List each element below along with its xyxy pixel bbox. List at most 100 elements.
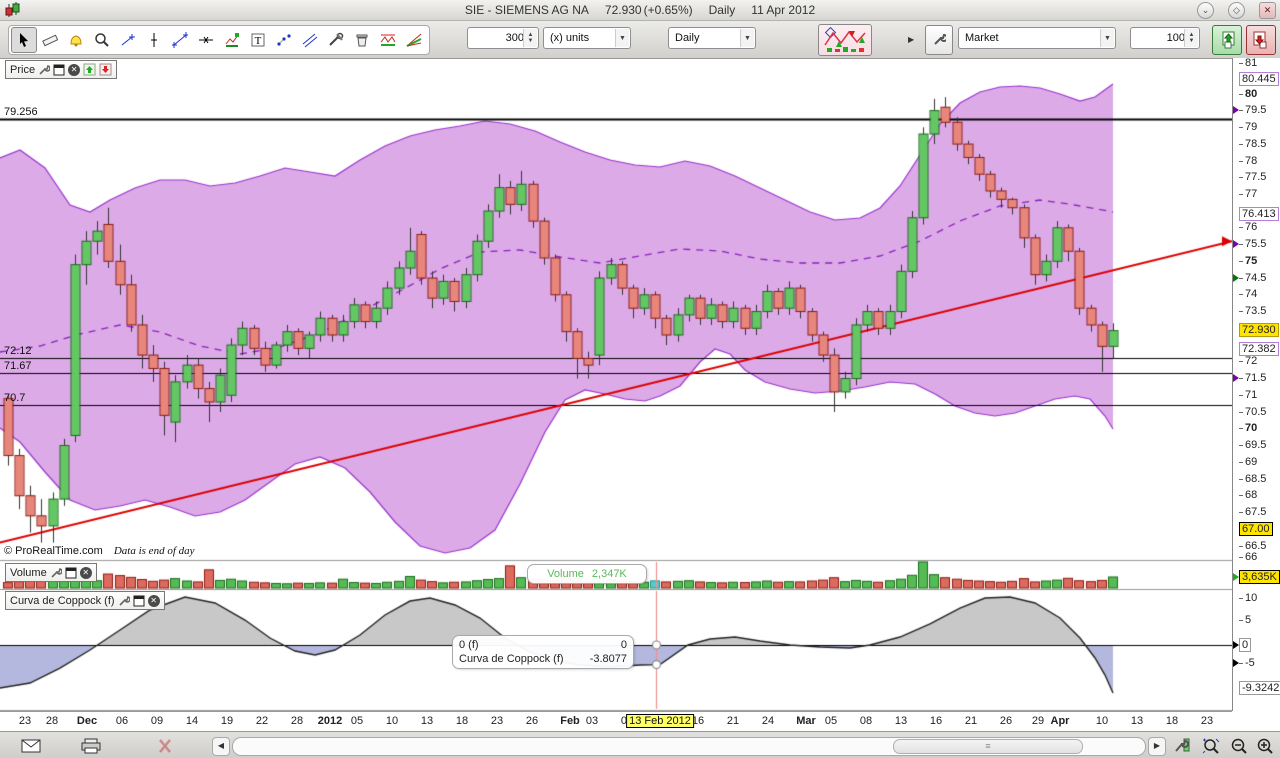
buy-order-button[interactable] [1212, 25, 1242, 55]
vertical-line-tool-icon[interactable] [141, 27, 167, 53]
axis-marker-icon [1233, 274, 1239, 282]
time-axis-label: 26 [1000, 715, 1012, 727]
price-axis-label: 81 [1239, 57, 1257, 69]
order-panel-expander[interactable]: ▶ [908, 25, 922, 53]
sell-order-button[interactable] [1246, 25, 1276, 55]
title-price: 72.930 [605, 3, 642, 17]
trend-line-tool-icon[interactable] [167, 27, 193, 53]
price-axis-label: 78 [1239, 155, 1257, 167]
wrench-icon[interactable] [118, 595, 130, 607]
order-settings-button[interactable] [925, 25, 953, 55]
coppock-axis-label: -5 [1239, 657, 1255, 669]
forecast-tool-icon[interactable] [219, 27, 245, 53]
alert-bell-icon[interactable] [63, 27, 89, 53]
scroll-left-button[interactable]: ◀ [212, 737, 230, 756]
restore-button[interactable]: ◇ [1228, 2, 1245, 19]
time-axis-label: Apr [1051, 715, 1070, 727]
price-axis-label: 67.00 [1239, 523, 1273, 535]
zoom-tool-icon[interactable] [89, 27, 115, 53]
coppock-panel-header: Curva de Coppock (f) ✕ [5, 591, 165, 610]
window-icon[interactable] [53, 64, 65, 76]
close-icon[interactable]: ✕ [148, 595, 160, 607]
chart-tools-icon[interactable] [1170, 736, 1196, 756]
price-axis-label: 68 [1239, 489, 1257, 501]
price-axis-label: 79.5 [1239, 104, 1266, 116]
time-axis[interactable]: 2328Dec0609141922282012051013182326Feb03… [0, 711, 1232, 732]
timeframe-dropdown[interactable]: Daily ▼ [668, 27, 756, 49]
object-settings-icon[interactable] [323, 27, 349, 53]
time-axis-label: Mar [796, 715, 816, 727]
window-icon[interactable] [133, 595, 145, 607]
coppock-axis-label: 5 [1239, 614, 1251, 626]
quantity-spinner[interactable]: 100 ▲▼ [1130, 27, 1200, 49]
time-axis-label: 08 [860, 715, 872, 727]
delete-tool-icon[interactable] [349, 27, 375, 53]
price-axis[interactable]: 8180.4458079.57978.57877.57776.4137675.5… [1232, 58, 1280, 711]
price-axis-label: 72.382 [1239, 343, 1279, 355]
horizontal-line-tool-icon[interactable] [193, 27, 219, 53]
window-icon[interactable] [65, 567, 77, 579]
svg-text:T: T [255, 35, 262, 47]
time-axis-label: Feb [560, 715, 580, 727]
chevron-down-icon[interactable]: ▼ [615, 29, 629, 47]
quantity-value: 100 [1167, 32, 1185, 44]
coppock-tooltip-line1-label: 0 (f) [459, 638, 479, 652]
units-mode-value: (x) units [550, 32, 589, 44]
price-level-label: 72.12 [4, 345, 32, 357]
time-axis-label: 05 [825, 715, 837, 727]
close-icon[interactable]: ✕ [80, 567, 92, 579]
watermark: © ProRealTime.com Data is end of day [4, 545, 195, 557]
volume-tooltip: Volume 2,347K [527, 564, 647, 584]
mini-chart-icon [823, 27, 867, 53]
price-axis-label: 75.5 [1239, 238, 1266, 250]
zoom-fit-icon[interactable] [1198, 736, 1224, 756]
price-axis-label: 70 [1239, 422, 1257, 434]
title-change: (+0.65%) [644, 3, 693, 17]
close-icon[interactable]: ✕ [68, 64, 80, 76]
time-axis-label: 21 [727, 715, 739, 727]
price-axis-label: 78.5 [1239, 138, 1266, 150]
chevron-down-icon[interactable]: ▼ [740, 29, 754, 47]
time-axis-label: 05 [351, 715, 363, 727]
zoom-in-icon[interactable] [1252, 736, 1278, 756]
scatter-points-tool-icon[interactable] [271, 27, 297, 53]
title-date: 11 Apr 2012 [751, 3, 815, 17]
order-destination-dropdown[interactable]: Market ▼ [958, 27, 1116, 49]
mail-icon[interactable] [18, 736, 44, 756]
zigzag-pattern-icon[interactable] [375, 27, 401, 53]
scroll-right-button[interactable]: ▶ [1148, 737, 1166, 756]
scrollbar-thumb[interactable]: ≡ [893, 739, 1083, 754]
time-axis-label: Dec [77, 715, 97, 727]
price-chart-canvas[interactable] [0, 58, 1232, 711]
spinner-arrows-icon[interactable]: ▲▼ [1184, 29, 1198, 47]
channel-pattern-icon[interactable] [401, 27, 427, 53]
wrench-icon[interactable] [50, 567, 62, 579]
spinner-arrows-icon[interactable]: ▲▼ [523, 29, 537, 47]
chevron-down-icon[interactable]: ▼ [1100, 29, 1114, 47]
time-scrollbar[interactable]: ≡ [232, 737, 1146, 756]
close-button[interactable]: ✕ [1259, 2, 1276, 19]
cursor-tool-icon[interactable] [11, 27, 37, 53]
text-tool-icon[interactable]: T [245, 27, 271, 53]
disconnect-icon [152, 736, 178, 756]
units-count-spinner[interactable]: 300 ▲▼ [467, 27, 539, 49]
chart-display-settings-button[interactable] [818, 24, 872, 56]
window-title: SIE - SIEMENS AG NA72.930(+0.65%)Daily11… [0, 3, 1280, 17]
price-axis-label: 72.930 [1239, 324, 1279, 336]
zoom-out-icon[interactable] [1226, 736, 1252, 756]
time-axis-label: 03 [586, 715, 598, 727]
price-panel-header: Price ✕ [5, 60, 117, 79]
minimize-button[interactable]: ⌄ [1197, 2, 1214, 19]
buy-page-up-icon [1218, 30, 1236, 50]
statusbar: ◀ ≡ ▶ [0, 731, 1280, 758]
parallel-lines-tool-icon[interactable] [297, 27, 323, 53]
ruler-tool-icon[interactable] [37, 27, 63, 53]
print-icon[interactable] [78, 736, 104, 756]
import-down-icon[interactable] [99, 63, 112, 76]
export-up-icon[interactable] [83, 63, 96, 76]
units-mode-dropdown[interactable]: (x) units ▼ [543, 27, 631, 49]
point-segment-tool-icon[interactable] [115, 27, 141, 53]
sell-page-down-icon [1252, 30, 1270, 50]
coppock-tooltip-line2-label: Curva de Coppock (f) [459, 652, 564, 666]
wrench-icon[interactable] [38, 64, 50, 76]
